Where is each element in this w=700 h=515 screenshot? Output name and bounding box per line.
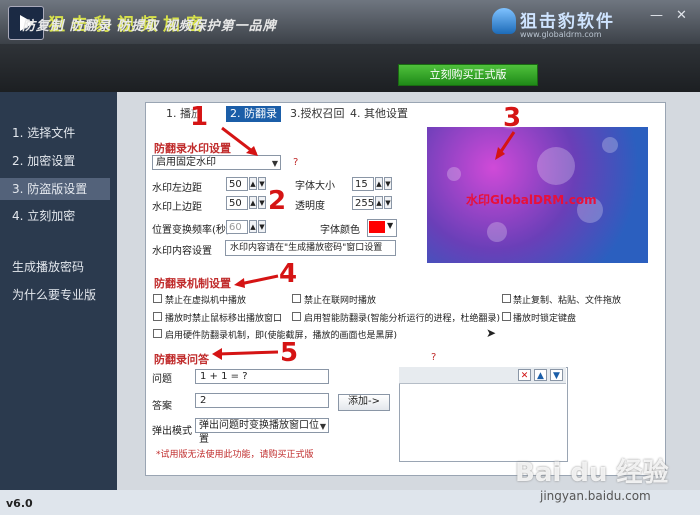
font-color-label: 字体颜色 — [320, 225, 360, 236]
top-margin-spin-up[interactable]: ▲ — [249, 196, 257, 209]
move-down-icon[interactable]: ▼ — [550, 369, 563, 381]
mechanism-section-title: 防翻录机制设置 — [154, 277, 231, 290]
font-size-spin-down[interactable]: ▼ — [384, 177, 392, 190]
popup-mode-label: 弹出模式 — [152, 426, 192, 437]
opacity-label: 透明度 — [295, 201, 325, 212]
position-frequency-label: 位置变换频率(秒) — [152, 225, 230, 236]
sidebar-item-encrypt-settings[interactable]: 2. 加密设置 — [0, 150, 110, 172]
position-frequency-field[interactable]: 60 — [226, 220, 248, 234]
baidu-watermark-logo: Bai du 经验 — [515, 458, 669, 488]
chevron-down-icon: ▼ — [319, 422, 326, 431]
opacity-field[interactable]: 255 — [352, 196, 374, 210]
tab-anti-recording[interactable]: 2. 防翻录 — [226, 106, 281, 122]
left-margin-label: 水印左边距 — [152, 183, 202, 194]
popup-mode-select[interactable]: 弹出问题时变换播放窗口位置 ▼ — [195, 418, 329, 445]
tab-license-recall[interactable]: 3.授权召回 — [290, 106, 345, 122]
checkbox-label: 禁止复制、粘贴、文件拖放 — [513, 296, 622, 306]
buy-full-version-button[interactable]: 立刻购买正式版 — [398, 64, 538, 86]
qa-section-title: 防翻录问答 — [154, 353, 209, 366]
position-frequency-spin-down[interactable]: ▼ — [258, 220, 266, 233]
checkbox-hardware-anti-recording[interactable] — [153, 329, 162, 338]
question-input[interactable]: 1 + 1 = ? — [195, 369, 329, 384]
brand-url: www.globaldrm.com — [520, 30, 602, 39]
font-color-swatch — [369, 221, 385, 233]
add-question-button[interactable]: 添加-> — [338, 394, 390, 411]
checkbox-smart-anti-recording[interactable] — [292, 312, 301, 321]
close-icon[interactable]: ✕ — [676, 8, 687, 23]
annotation-1: 1 — [190, 102, 209, 132]
chevron-down-icon: ▼ — [387, 221, 394, 230]
slogan: 防复制 防翻录 防提取 视频保护第一品牌 — [22, 19, 277, 34]
left-margin-spin-up[interactable]: ▲ — [249, 177, 257, 190]
checkbox-lock-keyboard[interactable] — [502, 312, 511, 321]
checkbox-label: 播放时禁止鼠标移出播放窗口 — [165, 314, 283, 324]
checkbox-no-vm[interactable] — [153, 294, 162, 303]
tab-other-settings[interactable]: 4. 其他设置 — [350, 106, 408, 122]
answer-input[interactable]: 2 — [195, 393, 329, 408]
sidebar-item-anti-piracy[interactable]: 3. 防盗版设置 — [0, 178, 110, 200]
brand-name: 狙击豹软件 — [520, 12, 615, 32]
opacity-spin-up[interactable]: ▲ — [375, 196, 383, 209]
checkbox-label: 禁止在虚拟机中播放 — [165, 296, 247, 306]
sidebar-item-encrypt-now[interactable]: 4. 立刻加密 — [0, 205, 110, 227]
top-margin-label: 水印上边距 — [152, 202, 202, 213]
top-margin-field[interactable]: 50 — [226, 196, 248, 210]
watermark-content-field[interactable]: 水印内容请在"生成播放密码"窗口设置 — [225, 240, 396, 256]
arrow-icon — [221, 126, 258, 156]
mouse-cursor-icon: ➤ — [486, 326, 497, 340]
font-size-spin-up[interactable]: ▲ — [375, 177, 383, 190]
font-size-field[interactable]: 15 — [352, 177, 374, 191]
position-frequency-spin-up[interactable]: ▲ — [249, 220, 257, 233]
annotation-3: 3 — [503, 103, 522, 133]
baidu-watermark-url: jingyan.baidu.com — [540, 489, 651, 503]
sidebar: 1. 选择文件 2. 加密设置 3. 防盗版设置 4. 立刻加密 生成播放密码 … — [0, 92, 117, 490]
arrow-icon — [234, 274, 279, 288]
watermark-mode-value: 启用固定水印 — [156, 157, 216, 168]
annotation-2: 2 — [268, 186, 287, 216]
left-margin-field[interactable]: 50 — [226, 177, 248, 191]
checkbox-label: 播放时锁定键盘 — [513, 314, 577, 324]
brand-logo-icon — [492, 8, 516, 34]
top-margin-spin-down[interactable]: ▼ — [258, 196, 266, 209]
arrow-icon — [212, 348, 279, 360]
sidebar-item-select-file[interactable]: 1. 选择文件 — [0, 122, 110, 144]
checkbox-lock-mouse[interactable] — [153, 312, 162, 321]
left-margin-spin-down[interactable]: ▼ — [258, 177, 266, 190]
checkbox-label: 启用智能防翻录(智能分析运行的进程，杜绝翻录) — [304, 314, 501, 324]
arrow-icon — [495, 131, 516, 160]
watermark-content-label: 水印内容设置 — [152, 246, 212, 257]
annotation-4: 4 — [279, 259, 298, 289]
sidebar-item-generate-password[interactable]: 生成播放密码 — [0, 256, 110, 278]
checkbox-label: 禁止在联网时播放 — [304, 296, 377, 306]
minimize-icon[interactable]: — — [650, 8, 663, 23]
sidebar-item-why-pro[interactable]: 为什么要专业版 — [0, 284, 110, 306]
trial-notice: *试用版无法使用此功能，请购买正式版 — [156, 450, 314, 460]
chevron-down-icon: ▼ — [271, 159, 278, 168]
checkbox-no-online[interactable] — [292, 294, 301, 303]
font-color-picker[interactable]: ▼ — [367, 219, 397, 237]
list-marker: ? — [431, 352, 437, 363]
preview-watermark-text: 水印GlobalDRM.com — [466, 193, 597, 207]
required-marker: ? — [293, 157, 299, 168]
question-label: 问题 — [152, 374, 172, 385]
checkbox-no-copy-paste[interactable] — [502, 294, 511, 303]
version-label: v6.0 — [6, 497, 33, 510]
delete-icon[interactable]: ✕ — [518, 369, 531, 381]
answer-label: 答案 — [152, 401, 172, 412]
move-up-icon[interactable]: ▲ — [534, 369, 547, 381]
banner — [0, 44, 700, 92]
annotation-5: 5 — [280, 338, 299, 368]
font-size-label: 字体大小 — [295, 181, 335, 192]
opacity-spin-down[interactable]: ▼ — [384, 196, 392, 209]
